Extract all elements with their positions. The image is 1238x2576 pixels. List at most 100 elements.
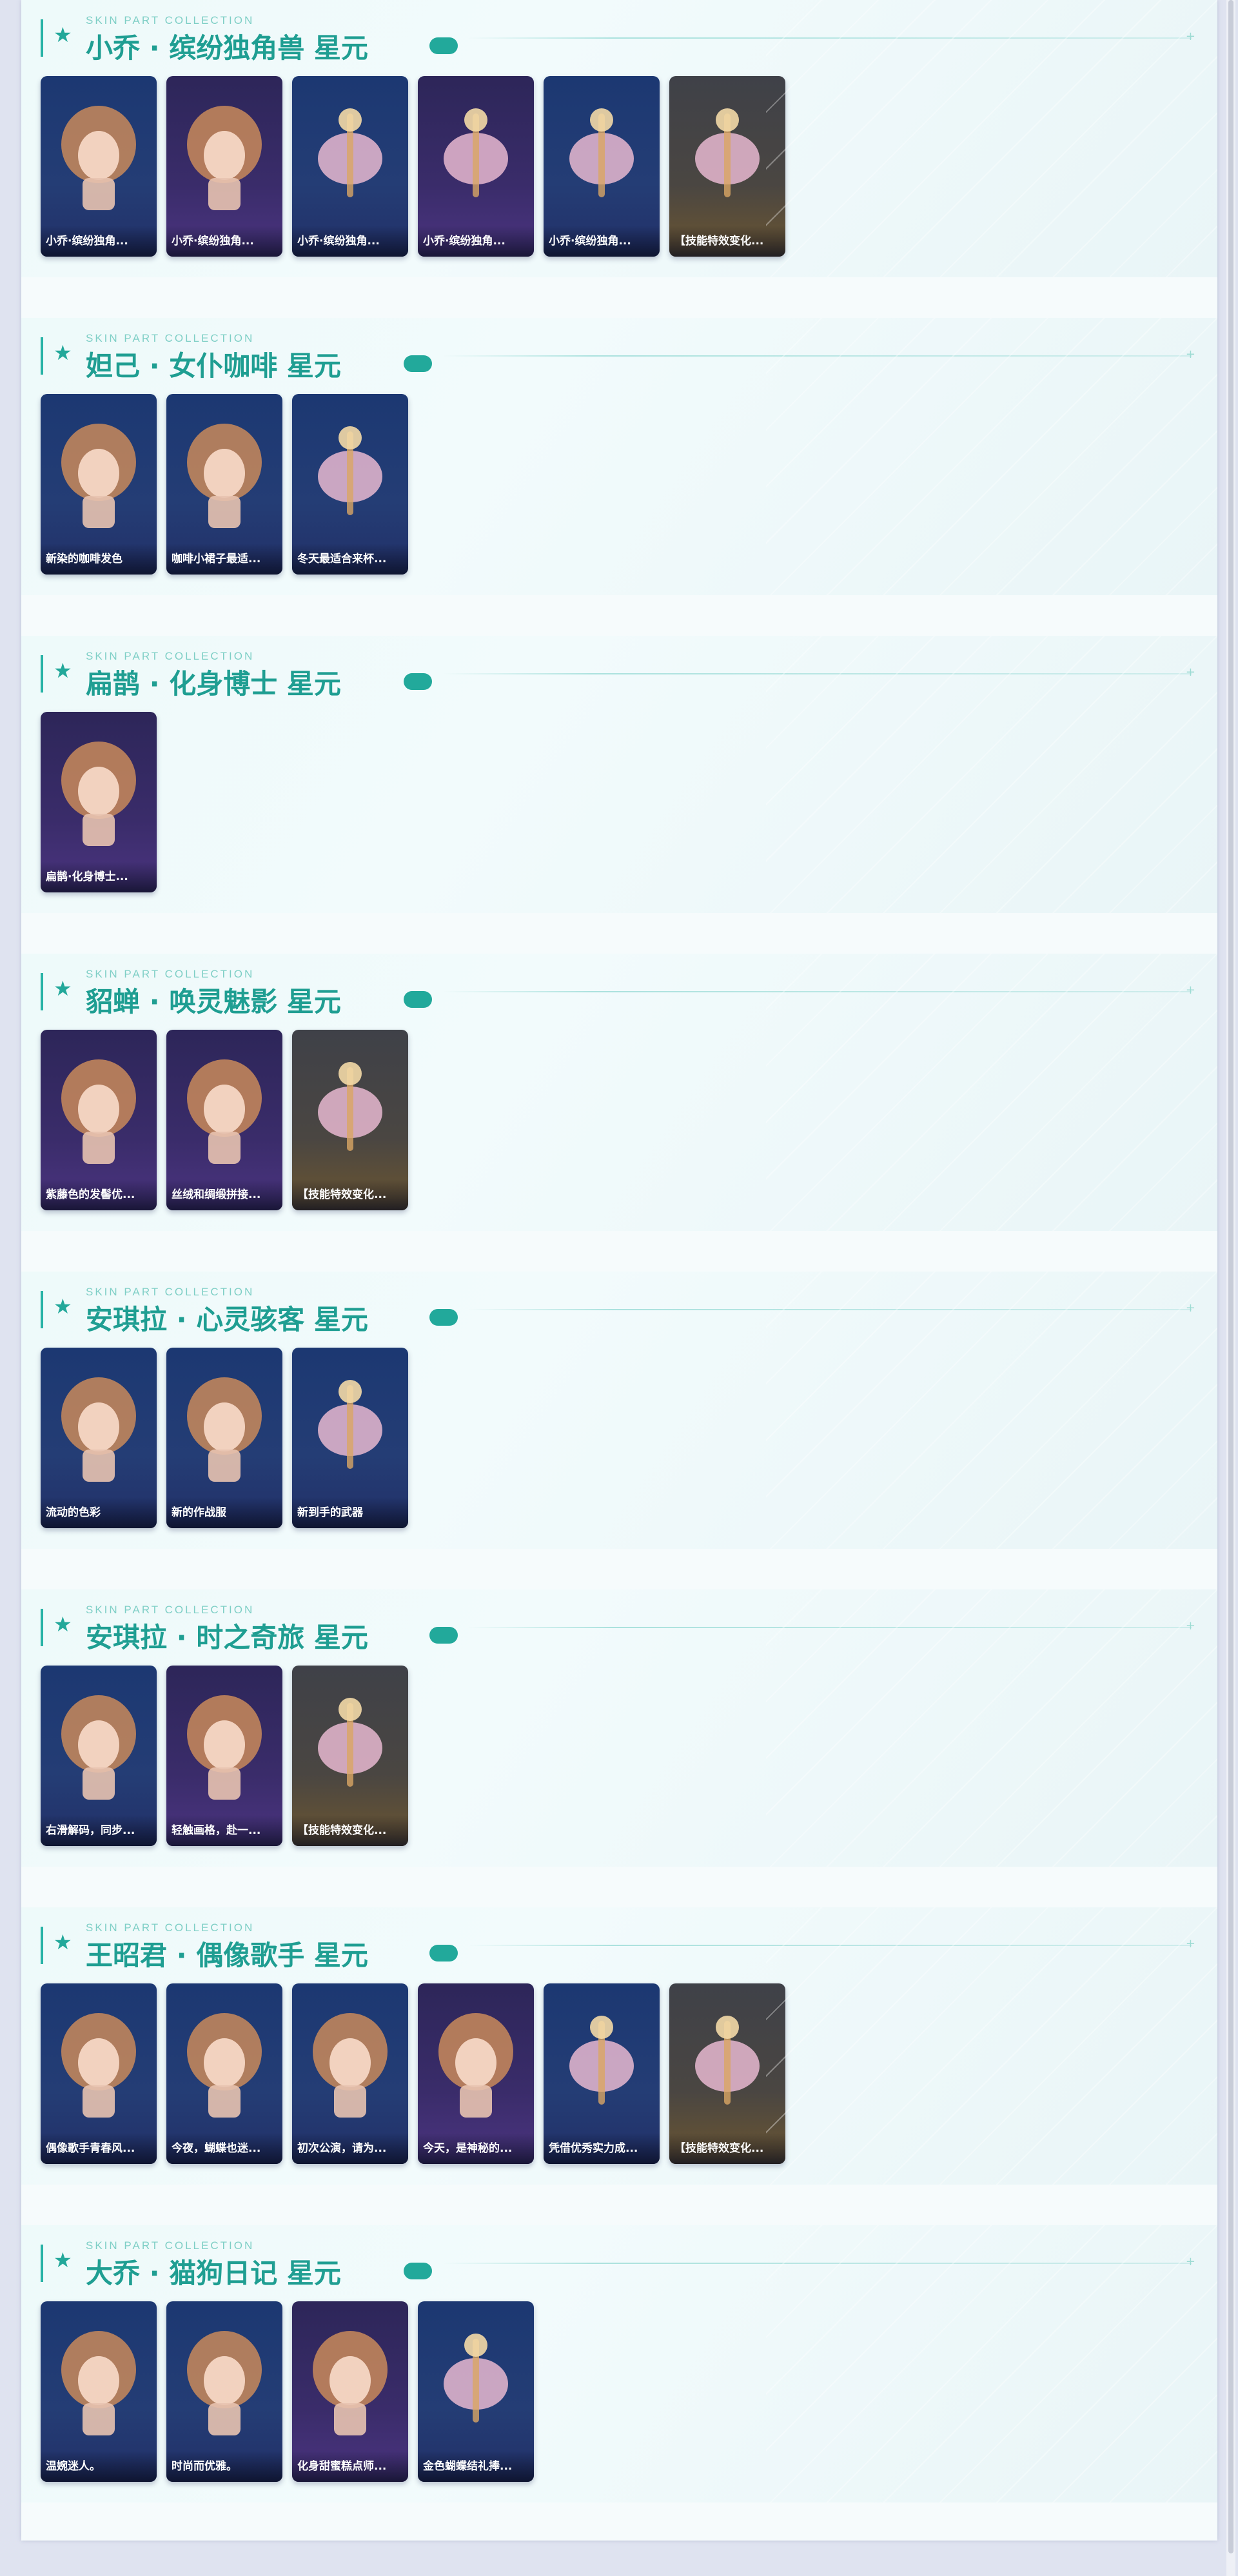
skin-part-card[interactable]: 小乔·缤纷独角... [544,76,660,257]
card-caption: 流动的色彩 [41,1497,157,1528]
card-caption: 化身甜蜜糕点师... [292,2451,408,2482]
skin-part-card[interactable]: 金色蝴蝶结礼捧... [418,2301,534,2482]
cat-outfit-icon [187,2331,262,2435]
section-divider [442,2263,1192,2264]
skin-part-card[interactable]: 今夜，蝴蝶也迷... [166,1983,282,2164]
scrollbar[interactable] [1226,0,1235,2576]
section-subtitle: SKIN PART COLLECTION [86,14,255,26]
pink-swan-icon [695,108,760,197]
skin-part-card[interactable]: 凭借优秀实力成... [544,1983,660,2164]
section-badge [429,37,458,54]
dark-gun-icon [318,1698,382,1787]
unicorn-float-icon [444,108,508,197]
section-divider [442,355,1192,357]
card-caption: 冬天最适合来杯... [292,544,408,575]
star-icon: ★ [54,23,72,47]
plus-icon: + [1185,983,1195,997]
moon-staff-icon [695,2016,760,2105]
plus-icon: + [1185,1937,1195,1951]
skin-part-card[interactable]: 小乔·缤纷独角... [418,76,534,257]
skin-part-card[interactable]: 咖啡小裙子最适... [166,394,282,575]
section-accent-bar [41,2245,43,2282]
skin-part-card[interactable]: 小乔·缤纷独角... [166,76,282,257]
card-caption: 时尚而优雅。 [166,2451,282,2482]
skin-part-card[interactable]: 冬天最适合来杯... [292,394,408,575]
hacker-suit-icon [187,1377,262,1482]
section-title: 大乔 · 猫狗日记 星元 [86,2257,341,2289]
star-icon: ★ [54,1612,72,1637]
section-title: 扁鹊 · 化身博士 星元 [86,668,341,700]
section-badge [429,1309,458,1326]
card-caption: 新染的咖啡发色 [41,544,157,575]
section-divider [468,1627,1192,1628]
card-caption: 丝绒和绸缎拼接... [166,1179,282,1210]
section-title: 貂蝉 · 唤灵魅影 星元 [86,986,341,1018]
section-subtitle: SKIN PART COLLECTION [86,1286,255,1298]
heart-sunglasses-hair-icon [187,106,262,210]
skin-part-card[interactable]: 初次公演，请为... [292,1983,408,2164]
section-accent-bar [41,973,43,1010]
skin-part-card[interactable]: 小乔·缤纷独角... [292,76,408,257]
skin-part-card[interactable]: 今天，是神秘的... [418,1983,534,2164]
section-badge [404,991,432,1008]
skin-section: ★ SKIN PART COLLECTION 扁鹊 · 化身博士 星元 + 扁鹊… [21,636,1217,913]
skin-part-card[interactable]: 【技能特效变化... [292,1666,408,1846]
card-caption: 温婉迷人。 [41,2451,157,2482]
skin-section: ★ SKIN PART COLLECTION 貂蝉 · 唤灵魅影 星元 + 紫藤… [21,954,1217,1231]
red-dress-icon [313,2013,388,2118]
blue-twin-hair-icon [61,1695,136,1800]
card-caption: 紫藤色的发髻优... [41,1179,157,1210]
card-row: 流动的色彩 新的作战服 新到手的武器 [41,1348,408,1528]
skin-part-card[interactable]: 流动的色彩 [41,1348,157,1528]
skin-part-card[interactable]: 小乔·缤纷独角... [41,76,157,257]
card-caption: 小乔·缤纷独角... [41,226,157,257]
skin-part-card[interactable]: 轻触画格，赴一... [166,1666,282,1846]
section-divider [468,37,1192,39]
section-subtitle: SKIN PART COLLECTION [86,1922,255,1934]
skin-part-card[interactable]: 丝绒和绸缎拼接... [166,1030,282,1210]
section-badge [404,2263,432,2279]
plaid-outfit-icon [187,1695,262,1800]
fox-ear-hair-icon [61,424,136,528]
skin-part-card[interactable]: 扁鹊·化身博士... [41,712,157,892]
star-icon: ★ [54,2248,72,2272]
skin-part-card[interactable]: 时尚而优雅。 [166,2301,282,2482]
cream-hair-icon [61,2331,136,2435]
skin-part-card[interactable]: 【技能特效变化... [292,1030,408,1210]
card-caption: 新到手的武器 [292,1497,408,1528]
skin-part-card[interactable]: 新染的咖啡发色 [41,394,157,575]
skin-part-card[interactable]: 右滑解码，同步... [41,1666,157,1846]
skin-part-card[interactable]: 紫藤色的发髻优... [41,1030,157,1210]
skin-part-card[interactable]: 【技能特效变化... [669,76,785,257]
section-subtitle: SKIN PART COLLECTION [86,332,255,344]
skin-part-card[interactable]: 【技能特效变化... [669,1983,785,2164]
section-badge [404,355,432,372]
skin-part-card[interactable]: 偶像歌手青春风... [41,1983,157,2164]
skin-part-card[interactable]: 温婉迷人。 [41,2301,157,2482]
plus-icon: + [1185,1619,1195,1633]
dark-blades-icon [318,1062,382,1151]
card-caption: 偶像歌手青春风... [41,2133,157,2164]
card-caption: 今天，是神秘的... [418,2133,534,2164]
card-caption: 右滑解码，同步... [41,1815,157,1846]
section-accent-bar [41,1927,43,1964]
section-badge [429,1627,458,1644]
plus-icon: + [1185,2255,1195,2268]
scrollbar-thumb[interactable] [1228,0,1233,2553]
glasses-head-icon [61,742,136,846]
card-row: 新染的咖啡发色 咖啡小裙子最适... 冬天最适合来杯... [41,394,408,575]
section-title: 安琪拉 · 时之奇旅 星元 [86,1622,368,1653]
skin-part-card[interactable]: 新的作战服 [166,1348,282,1528]
section-divider [468,1309,1192,1310]
section-divider [468,1945,1192,1946]
section-title: 王昭君 · 偶像歌手 星元 [86,1940,368,1971]
section-subtitle: SKIN PART COLLECTION [86,1604,255,1616]
skin-part-card[interactable]: 化身甜蜜糕点师... [292,2301,408,2482]
white-hair-hat-icon [187,2013,262,2118]
card-caption: 【技能特效变化... [292,1179,408,1210]
card-caption: 新的作战服 [166,1497,282,1528]
card-caption: 【技能特效变化... [669,226,785,257]
heart-staff-icon [569,2016,634,2105]
card-caption: 小乔·缤纷独角... [292,226,408,257]
skin-part-card[interactable]: 新到手的武器 [292,1348,408,1528]
